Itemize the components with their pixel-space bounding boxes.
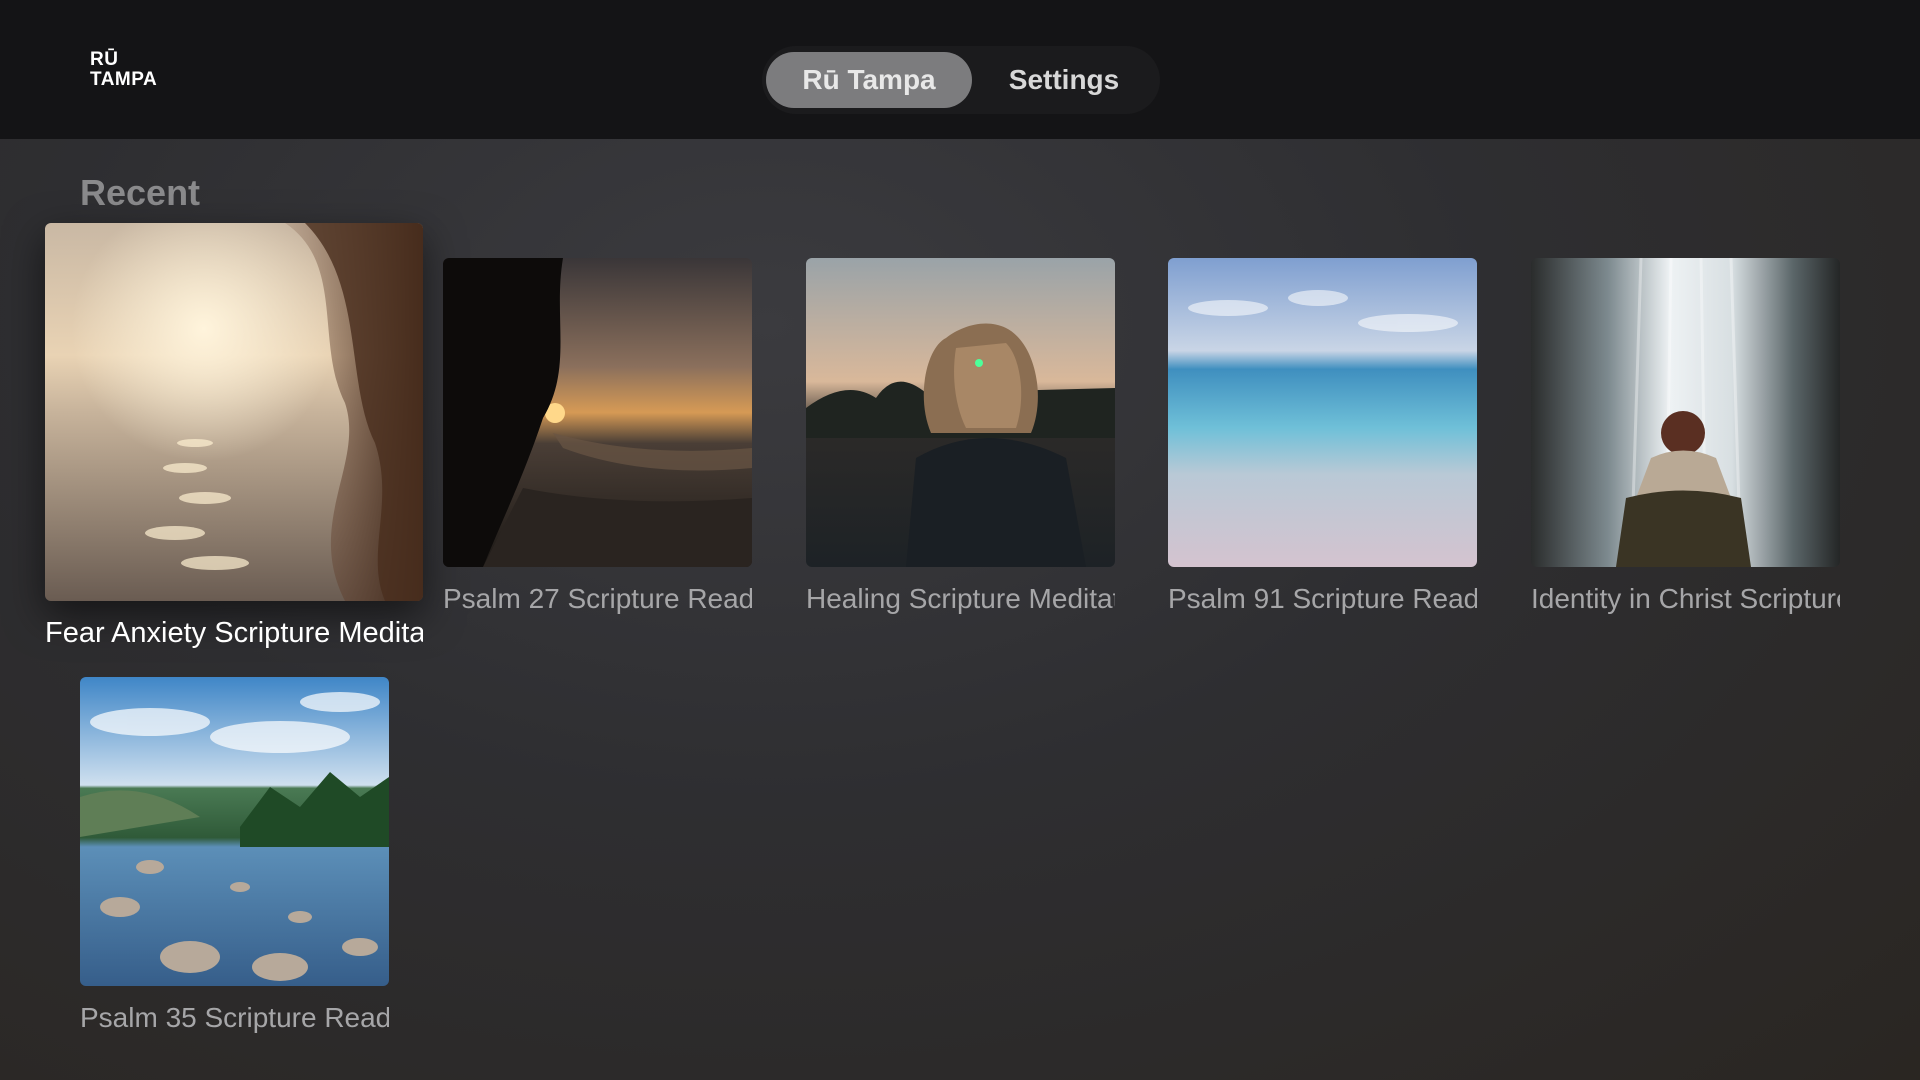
card-title: Psalm 91 Scripture Reading — [1168, 583, 1477, 614]
tab-bar: Rū Tampa Settings — [762, 46, 1160, 114]
card-psalm-27[interactable]: Psalm 27 Scripture Reading — [443, 258, 752, 628]
tab-settings[interactable]: Settings — [974, 52, 1154, 108]
app-logo: RŪ TAMPA — [90, 49, 158, 90]
card-psalm-35[interactable]: Psalm 35 Scripture Reading — [80, 677, 389, 1047]
card-title: Psalm 27 Scripture Reading — [443, 583, 752, 614]
card-healing[interactable]: Healing Scripture Meditation — [806, 258, 1115, 628]
card-title: Psalm 35 Scripture Reading — [80, 1002, 389, 1033]
card-thumbnail — [1531, 258, 1840, 567]
card-title: Healing Scripture Meditation — [806, 583, 1115, 614]
card-fear-anxiety[interactable]: Fear Anxiety Scripture Meditation — [45, 223, 423, 663]
card-identity-in-christ[interactable]: Identity in Christ Scripture — [1531, 258, 1840, 628]
tab-ru-tampa[interactable]: Rū Tampa — [766, 52, 972, 108]
card-thumbnail — [45, 223, 423, 601]
card-title: Fear Anxiety Scripture Meditation — [45, 617, 423, 649]
card-thumbnail — [443, 258, 752, 567]
card-thumbnail — [1168, 258, 1477, 567]
card-psalm-91[interactable]: Psalm 91 Scripture Reading — [1168, 258, 1477, 628]
card-thumbnail — [80, 677, 389, 986]
top-bar: RŪ TAMPA Rū Tampa Settings — [0, 0, 1920, 139]
card-thumbnail — [806, 258, 1115, 567]
section-title-recent: Recent — [80, 172, 201, 213]
card-title: Identity in Christ Scripture — [1531, 583, 1840, 614]
